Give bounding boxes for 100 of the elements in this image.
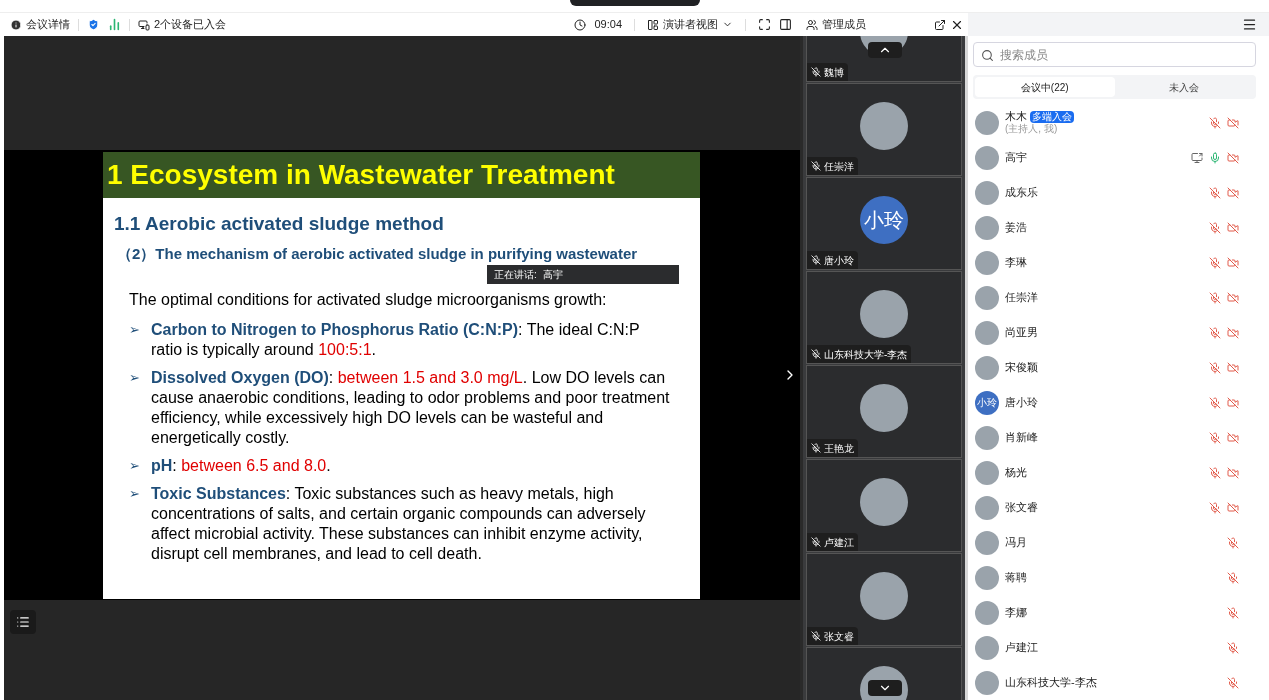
camera-off-icon[interactable]: [1227, 501, 1239, 514]
member-name: 木木: [1005, 110, 1027, 123]
participant-name: 王艳龙: [824, 441, 854, 456]
member-role: (主持人, 我): [1005, 123, 1059, 135]
mic-off-icon[interactable]: [1209, 186, 1221, 199]
avatar-photo-placeholder: [860, 384, 908, 432]
arrow-bullet-icon: ➢: [129, 367, 143, 448]
mic-off-icon[interactable]: [1209, 221, 1221, 234]
mic-off-icon[interactable]: [1209, 361, 1221, 374]
member-name: 山东科技大学-李杰: [1005, 676, 1097, 689]
mic-off-icon[interactable]: [1227, 571, 1239, 584]
participant-name: 魏博: [824, 65, 844, 80]
member-name: 唐小玲: [1005, 396, 1038, 409]
popout-icon[interactable]: [934, 18, 946, 31]
member-name: 姜浩: [1005, 221, 1027, 234]
member-tab[interactable]: 会议中(22): [975, 77, 1115, 97]
video-tile[interactable]: 任崇洋: [806, 83, 962, 176]
camera-off-icon[interactable]: [1227, 466, 1239, 479]
camera-off-icon[interactable]: [1227, 116, 1239, 129]
avatar-photo-placeholder: [860, 290, 908, 338]
scroll-up-button[interactable]: [868, 42, 902, 58]
camera-off-icon[interactable]: [1227, 221, 1239, 234]
mic-off-icon[interactable]: [1227, 641, 1239, 654]
camera-off-icon[interactable]: [1227, 151, 1239, 164]
camera-off-icon[interactable]: [1227, 431, 1239, 444]
participant-name: 山东科技大学-李杰: [824, 347, 908, 362]
avatar-photo-placeholder: [975, 285, 999, 310]
meeting-info-button[interactable]: 会议详情: [10, 16, 70, 33]
avatar-photo-placeholder: [975, 215, 999, 240]
panel-title: 管理成员: [822, 17, 866, 33]
avatar-photo-placeholder: [975, 600, 999, 625]
avatar-photo-placeholder: [860, 572, 908, 620]
clock-icon: [574, 18, 587, 31]
participant-name: 张文睿: [824, 629, 854, 644]
mic-off-icon: [811, 349, 821, 359]
avatar-photo-placeholder: [975, 355, 999, 380]
members-icon: [806, 18, 818, 31]
member-name: 尚亚男: [1005, 326, 1038, 339]
mic-off-icon: [811, 631, 821, 641]
member-name: 宋俊颖: [1005, 361, 1038, 374]
camera-off-icon[interactable]: [1227, 291, 1239, 304]
devices-button[interactable]: 2个设备已入会: [138, 16, 227, 33]
member-name: 冯月: [1005, 536, 1027, 549]
side-panel-icon[interactable]: [779, 18, 792, 31]
bullet-text: Dissolved Oxygen (DO): between 1.5 and 3.0 mg/L. Low DO levels can cause anaerobic conditions, leading to odor problems and poor treatment efficiency, while excessively high DO levels can be wasteful and energetically costly.: [151, 367, 670, 448]
avatar-photo-placeholder: [975, 635, 999, 660]
menu-icon[interactable]: [1242, 17, 1257, 32]
video-tile[interactable]: 卢建江: [806, 459, 962, 552]
arrow-bullet-icon: ➢: [129, 483, 143, 564]
mic-off-icon[interactable]: [1209, 431, 1221, 444]
mic-off-icon[interactable]: [1209, 501, 1221, 514]
member-name: 蒋聘: [1005, 571, 1027, 584]
video-tile[interactable]: 王艳龙: [806, 365, 962, 458]
avatar-photo-placeholder: [975, 320, 999, 345]
signal-icon: [108, 18, 121, 31]
camera-off-icon[interactable]: [1227, 396, 1239, 409]
mic-off-icon[interactable]: [1209, 256, 1221, 269]
mic-off-icon[interactable]: [1209, 396, 1221, 409]
bullet-text: pH: between 6.5 and 8.0.: [151, 455, 331, 476]
member-tab[interactable]: 未入会: [1114, 77, 1254, 97]
camera-off-icon[interactable]: [1227, 361, 1239, 374]
list-icon: [16, 615, 30, 629]
video-tile[interactable]: 小玲 唐小玲: [806, 177, 962, 270]
avatar-photo-placeholder: [975, 530, 999, 555]
arrow-bullet-icon: ➢: [129, 319, 143, 360]
member-name: 成东乐: [1005, 186, 1038, 199]
search-field[interactable]: 搜索成员: [973, 42, 1256, 68]
mic-off-icon[interactable]: [1209, 326, 1221, 339]
mic-off-icon[interactable]: [1227, 536, 1239, 549]
slide-heading: 1.1 Aerobic activated sludge method: [113, 211, 445, 236]
mic-off-icon[interactable]: [1209, 116, 1221, 129]
mic-off-icon: [811, 161, 821, 171]
avatar-photo-placeholder: [975, 495, 999, 520]
video-tile[interactable]: 魏博: [806, 36, 962, 82]
camera-off-icon[interactable]: [1227, 256, 1239, 269]
bullet-text: Carbon to Nitrogen to Phosphorus Ratio (C:N:P): The ideal C:N:P ratio is typically around 100:5:1.: [151, 319, 641, 360]
avatar-photo-placeholder: [975, 110, 999, 135]
participant-name: 任崇洋: [824, 159, 854, 174]
camera-off-icon[interactable]: [1227, 326, 1239, 339]
view-dropdown[interactable]: 演讲者视图: [647, 16, 733, 33]
mic-off-icon[interactable]: [1227, 606, 1239, 619]
fullscreen-icon[interactable]: [758, 18, 771, 31]
scroll-down-button[interactable]: [868, 680, 902, 696]
mic-off-icon[interactable]: [1227, 676, 1239, 689]
avatar-photo-placeholder: [975, 145, 999, 170]
video-tile[interactable]: 张文睿: [806, 553, 962, 646]
mic-off-icon: [811, 67, 821, 77]
video-tile[interactable]: 山东科技大学-李杰: [806, 271, 962, 364]
participant-name: 卢建江: [824, 535, 854, 550]
mic-off-icon[interactable]: [1209, 466, 1221, 479]
speaker-indicator: 正在讲话: 高宇: [487, 264, 679, 284]
mic-off-icon: [811, 537, 821, 547]
list-button[interactable]: [10, 610, 36, 634]
mic-on-icon[interactable]: [1209, 151, 1221, 164]
avatar-photo-placeholder: [975, 460, 999, 485]
avatar-photo-placeholder: [975, 670, 999, 695]
info-icon: [10, 18, 22, 31]
camera-off-icon[interactable]: [1227, 186, 1239, 199]
avatar-photo-placeholder: [975, 180, 999, 205]
mic-off-icon[interactable]: [1209, 291, 1221, 304]
